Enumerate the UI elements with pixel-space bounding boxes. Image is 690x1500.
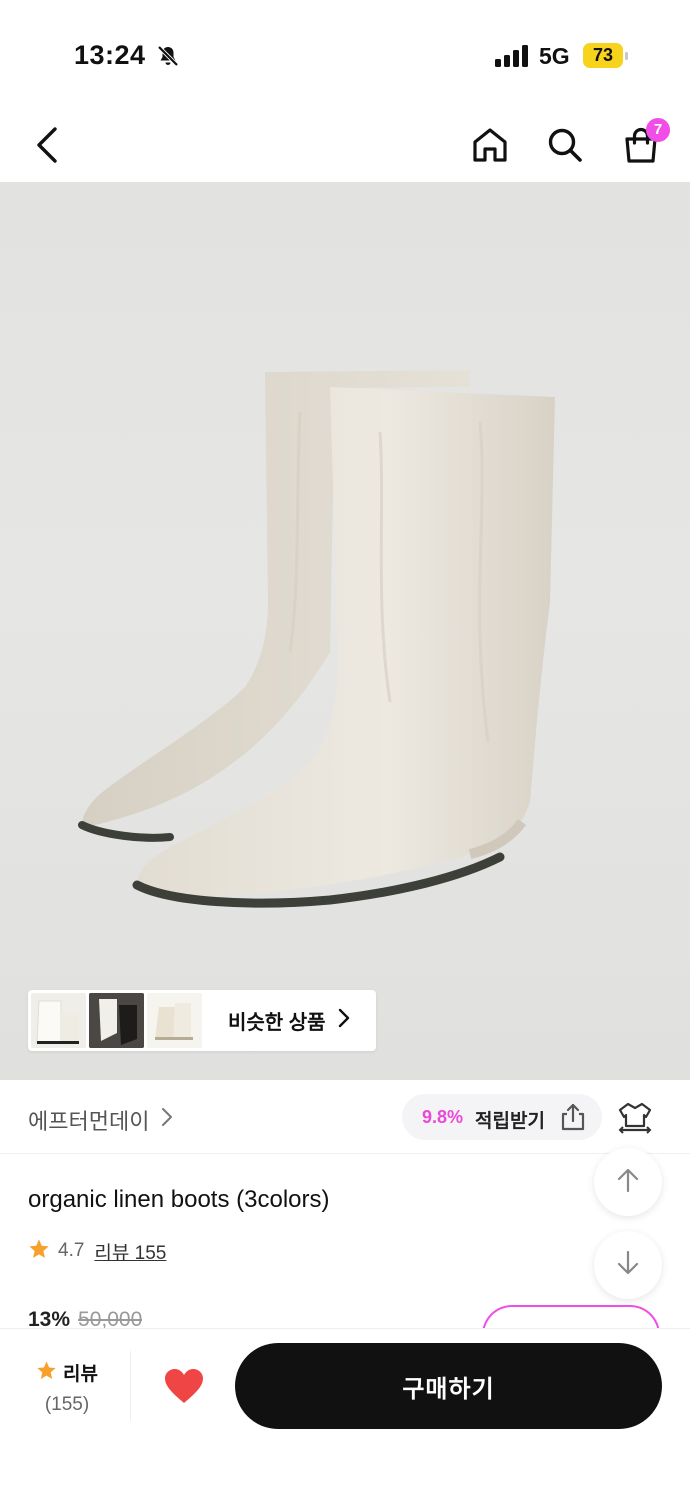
similar-products-label: 비슷한 상품 bbox=[228, 1012, 326, 1034]
network-label: 5G bbox=[539, 43, 570, 69]
price-row: 13% 50,000 bbox=[28, 1308, 142, 1330]
brand-name-link[interactable]: 에프터먼데이 bbox=[28, 1104, 149, 1136]
battery-cap bbox=[625, 52, 628, 60]
scroll-to-bottom-button[interactable] bbox=[594, 1231, 662, 1299]
review-tab-count: (155) bbox=[44, 1394, 90, 1415]
like-button[interactable] bbox=[159, 1363, 209, 1413]
arrow-down-icon bbox=[616, 1250, 640, 1281]
search-icon bbox=[546, 126, 584, 169]
original-price: 50,000 bbox=[78, 1308, 143, 1330]
back-button[interactable] bbox=[24, 124, 70, 170]
discount-rate: 13% bbox=[28, 1308, 71, 1330]
top-navigation: 7 bbox=[0, 110, 690, 182]
similar-thumbnail bbox=[89, 993, 144, 1048]
battery-level: 73 bbox=[583, 43, 623, 68]
review-tab-button[interactable]: 리뷰 (155) bbox=[22, 1359, 112, 1419]
star-icon bbox=[36, 1360, 57, 1386]
rating-value: 4.7 bbox=[58, 1240, 85, 1261]
signal-bars-icon bbox=[495, 45, 529, 72]
bell-slash-icon bbox=[156, 44, 180, 73]
back-arrow-icon bbox=[33, 125, 61, 170]
rating-row: 4.7 리뷰 155 bbox=[28, 1238, 166, 1264]
similar-thumbnail bbox=[147, 993, 202, 1048]
boots-illustration bbox=[78, 370, 556, 908]
share-icon[interactable] bbox=[558, 1102, 588, 1137]
arrow-up-icon bbox=[616, 1167, 640, 1198]
buy-button[interactable]: 구매하기 bbox=[235, 1343, 662, 1429]
brand-row: 에프터먼데이 9.8% 적립받기 bbox=[0, 1080, 690, 1154]
status-time: 13:24 bbox=[74, 40, 146, 70]
status-bar: 13:24 5G 73 bbox=[0, 0, 690, 110]
search-button[interactable] bbox=[542, 124, 588, 170]
cart-count-badge: 7 bbox=[646, 118, 670, 142]
similar-products-button[interactable]: 비슷한 상품 bbox=[28, 990, 376, 1051]
home-icon bbox=[471, 126, 509, 169]
review-count-link[interactable]: 리뷰 155 bbox=[94, 1238, 166, 1265]
divider bbox=[130, 1351, 131, 1421]
bottom-action-bar: 리뷰 (155) 구매하기 bbox=[0, 1328, 690, 1500]
product-title: organic linen boots (3colors) bbox=[28, 1186, 330, 1213]
reward-rate: 9.8% bbox=[422, 1107, 464, 1127]
chevron-right-icon bbox=[338, 1008, 350, 1033]
product-image[interactable] bbox=[0, 182, 690, 1080]
reward-label: 적립받기 bbox=[475, 1111, 545, 1132]
cart-button[interactable]: 7 bbox=[618, 118, 670, 170]
review-tab-label: 리뷰 bbox=[63, 1364, 98, 1385]
heart-icon bbox=[164, 1368, 204, 1409]
similar-thumbnail bbox=[31, 993, 86, 1048]
hanger-icon[interactable] bbox=[616, 1100, 654, 1139]
chevron-right-icon bbox=[161, 1107, 173, 1132]
home-button[interactable] bbox=[467, 124, 513, 170]
star-icon bbox=[28, 1238, 50, 1265]
scroll-to-top-button[interactable] bbox=[594, 1148, 662, 1216]
reward-points-button[interactable]: 9.8% 적립받기 bbox=[402, 1094, 602, 1140]
